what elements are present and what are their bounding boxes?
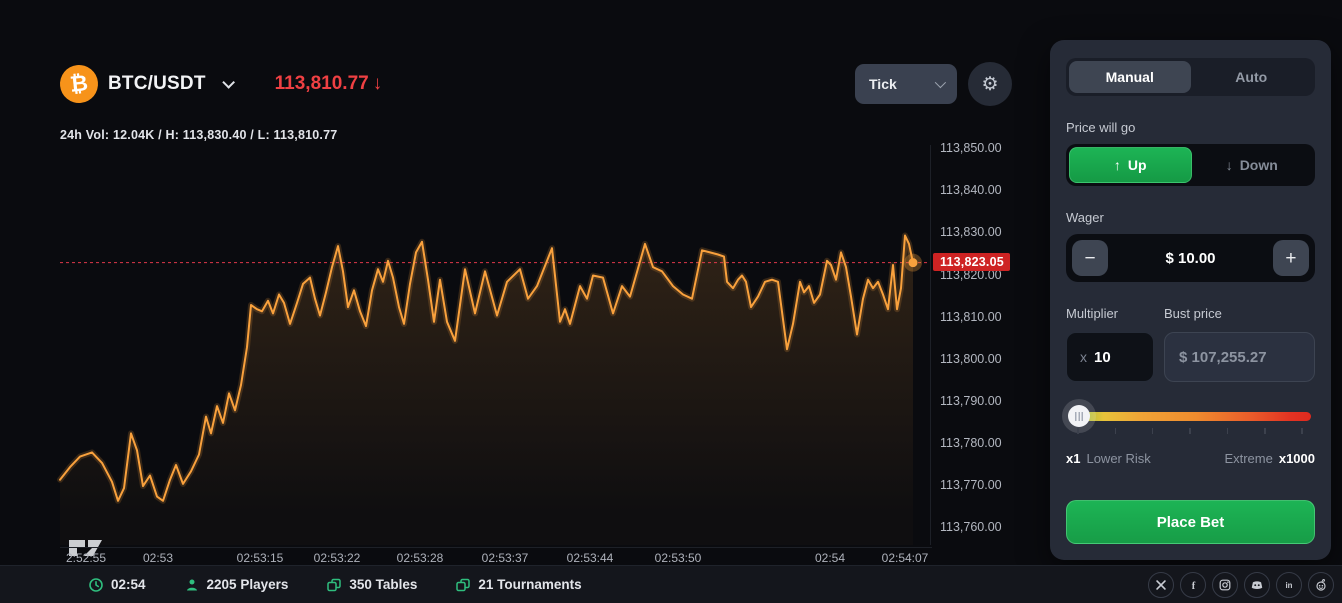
extreme-label: Extreme [1224,451,1272,466]
x-icon[interactable] [1148,572,1174,598]
down-label: Down [1240,157,1278,173]
chart-canvas [60,145,930,545]
up-arrow-icon: ↑ [1114,157,1121,173]
status-label: 350 Tables [349,577,417,592]
gear-icon[interactable]: ⚙ [968,62,1012,106]
interval-label: Tick [869,76,897,92]
price-down-arrow-icon: ↓ [373,73,383,95]
y-axis-label: 113,780.00 [940,436,1002,450]
x-axis-label: 02:54:07 [882,551,929,565]
risk-slider-track[interactable] [1070,412,1311,421]
status-label: 2205 Players [207,577,289,592]
discord-icon[interactable] [1244,572,1270,598]
svg-text:in: in [1286,581,1293,590]
x-axis-label: 02:53:28 [397,551,444,565]
x-axis-label: 02:54 [815,551,845,565]
risk-slider [1066,408,1315,438]
status-label: 21 Tournaments [478,577,581,592]
risk-slider-ticks [1070,428,1311,435]
clock-icon [88,577,104,593]
status-tables: 350 Tables [326,577,417,593]
y-axis-label: 113,830.00 [940,225,1002,239]
status-bar: 02:54 2205 Players 350 Tables 21 Tournament… [0,565,1342,603]
risk-slider-handle[interactable] [1068,405,1090,427]
x-axis-label: 02:53 [143,551,173,565]
bust-price-field: $ 107,255.27 [1164,332,1315,382]
x-axis-label: 02:53:15 [237,551,284,565]
place-bet-button[interactable]: Place Bet [1066,500,1315,544]
down-button[interactable]: ↓ Down [1192,147,1313,183]
tab-auto[interactable]: Auto [1191,61,1313,93]
risk-labels: x1 Lower Risk Extreme x1000 [1066,451,1315,466]
status-label: 02:54 [111,577,146,592]
btc-icon: ₿ [58,63,100,105]
chevron-down-icon [935,77,946,88]
time-axis[interactable]: 2:52:55 02:53 02:53:15 02:53:22 02:53:28 02:5… [60,547,932,565]
price-value: 113,810.77 [275,73,369,95]
direction-toggle: ↑ Up ↓ Down [1066,144,1315,186]
x-axis-label: 02:53:50 [655,551,702,565]
bust-price-value: $ 107,255.27 [1179,349,1267,366]
chevron-down-icon [222,76,235,89]
y-axis-label: 113,770.00 [940,478,1002,492]
facebook-icon[interactable]: f [1180,572,1206,598]
trading-app: ₿ BTC/USDT 113,810.77 ↓ 24h Vol: 12.04K … [0,0,1342,603]
y-axis-label: 113,840.00 [940,183,1002,197]
market-stats: 24h Vol: 12.04K / H: 113,830.40 / L: 113… [60,128,337,142]
mode-tabs: Manual Auto [1066,58,1315,96]
pair-label: BTC/USDT [108,73,206,95]
multiplier-label: Multiplier [1066,306,1164,321]
multiplier-input[interactable]: x 10 [1066,332,1154,382]
x-axis-label: 02:53:44 [567,551,614,565]
status-clock: 02:54 [88,577,146,593]
status-players: 2205 Players [184,577,289,593]
status-tournaments: 21 Tournaments [455,577,581,593]
bet-panel: Manual Auto Price will go ↑ Up ↓ Down Wa… [1050,40,1331,560]
wager-plus-button[interactable]: + [1273,240,1309,276]
bust-price-label: Bust price [1164,306,1222,321]
current-price-tag: 113,823.05 [933,253,1010,271]
price-axis[interactable]: 113,850.00113,840.00113,830.00113,820.00… [930,145,1038,545]
tab-manual[interactable]: Manual [1069,61,1191,93]
multiplier-value: 10 [1094,349,1111,366]
price-chart[interactable] [60,145,930,545]
tables-icon [326,577,342,593]
wager-label: Wager [1066,210,1315,225]
y-axis-label: 113,800.00 [940,352,1002,366]
x-axis-label: 02:53:22 [314,551,361,565]
direction-label: Price will go [1066,120,1315,135]
header-last-price: 113,810.77 ↓ [275,73,383,95]
y-axis-label: 113,850.00 [940,141,1002,155]
wager-value[interactable]: $ 10.00 [1165,250,1215,267]
min-multiplier: x1 [1066,451,1080,466]
svg-text:f: f [1192,580,1196,591]
down-arrow-icon: ↓ [1226,157,1233,173]
max-multiplier: x1000 [1279,451,1315,466]
tournaments-icon [455,577,471,593]
multiplier-prefix: x [1080,349,1087,365]
x-axis-label: 02:53:37 [482,551,529,565]
players-icon [184,577,200,593]
instagram-icon[interactable] [1212,572,1238,598]
lower-risk-label: Lower Risk [1086,451,1150,466]
y-axis-label: 113,760.00 [940,520,1002,534]
linkedin-icon[interactable]: in [1276,572,1302,598]
y-axis-label: 113,810.00 [940,310,1002,324]
up-button[interactable]: ↑ Up [1069,147,1192,183]
wager-minus-button[interactable]: − [1072,240,1108,276]
reddit-icon[interactable] [1308,572,1334,598]
chart-header: ₿ BTC/USDT 113,810.77 ↓ [60,62,382,106]
interval-dropdown[interactable]: Tick [855,64,957,104]
x-axis-label: 2:52:55 [66,551,106,565]
pair-selector[interactable]: ₿ BTC/USDT [60,65,231,103]
last-price-dot [909,258,918,267]
wager-input-group: − $ 10.00 + [1066,234,1315,282]
up-label: Up [1128,157,1147,173]
y-axis-label: 113,790.00 [940,394,1002,408]
